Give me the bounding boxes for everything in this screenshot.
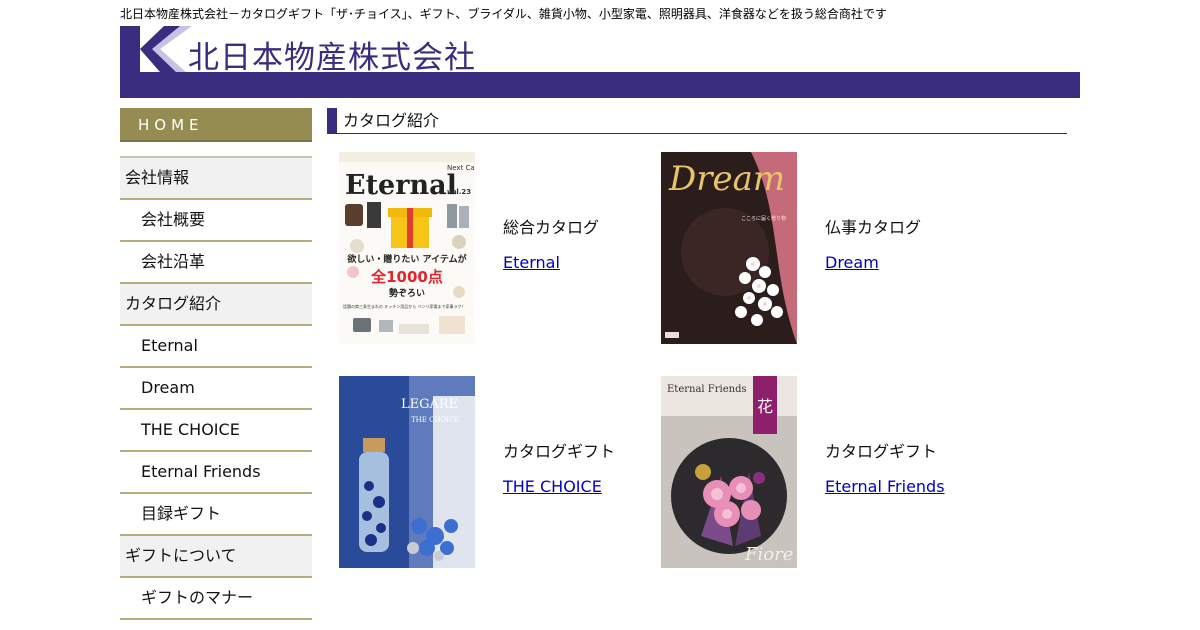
catalog-link-dream[interactable]: Dream	[825, 253, 879, 272]
catalog-item-dream: Dream こころに届く贈り物 仏事カタログ Dream	[661, 152, 981, 344]
main-content: カタログ紹介 Eternal Next Catalogue vol.23 欲しい…	[327, 108, 1067, 568]
svg-text:Next Catalogue: Next Catalogue	[447, 164, 475, 172]
catalog-label: 総合カタログ	[503, 218, 600, 237]
svg-text:話題の商三条生まれの キッチン用品から ベンリ家電まで家事ラ: 話題の商三条生まれの キッチン用品から ベンリ家電まで家事ラク！	[343, 303, 466, 309]
nav-item-gift-manners[interactable]: ギフトのマナー	[120, 578, 312, 620]
company-logo[interactable]	[120, 26, 192, 72]
catalog-label: 仏事カタログ	[825, 218, 922, 237]
header-bar	[120, 72, 1080, 98]
home-button[interactable]: HOME	[120, 108, 312, 142]
svg-text:花: 花	[757, 397, 773, 416]
catalog-item-eternal: Eternal Next Catalogue vol.23 欲しい・贈りたい ア…	[339, 152, 659, 344]
catalog-label: カタログギフト	[825, 442, 938, 461]
svg-text:勢ぞろい: 勢ぞろい	[389, 287, 425, 299]
nav-item-company-history[interactable]: 会社沿革	[120, 242, 312, 284]
nav-item-catalog-intro[interactable]: カタログ紹介	[120, 284, 312, 326]
svg-text:Eternal Friends: Eternal Friends	[667, 384, 747, 395]
nav-item-dream[interactable]: Dream	[120, 368, 312, 410]
svg-text:THE CHOICE: THE CHOICE	[411, 416, 460, 424]
svg-text:Eternal: Eternal	[345, 170, 457, 201]
company-name[interactable]: 北日本物産株式会社	[188, 32, 476, 77]
svg-text:vol.23: vol.23	[447, 188, 471, 196]
nav-item-about-gifts[interactable]: ギフトについて	[120, 536, 312, 578]
nav-divider	[120, 142, 312, 158]
svg-text:全1000点: 全1000点	[370, 268, 443, 286]
section-title: カタログ紹介	[327, 108, 1067, 134]
catalog-link-eternal-friends[interactable]: Eternal Friends	[825, 477, 945, 496]
nav-item-the-choice[interactable]: THE CHOICE	[120, 410, 312, 452]
svg-text:LEGARE: LEGARE	[401, 397, 458, 412]
catalog-cover-eternal-friends[interactable]: Eternal Friends 花 Fiore	[661, 376, 797, 568]
sidebar-nav: HOME 会社情報 会社概要 会社沿革 カタログ紹介 Eternal Dream…	[120, 108, 312, 620]
svg-text:Fiore: Fiore	[744, 544, 793, 565]
site-header: 北日本物産株式会社	[120, 26, 1080, 98]
catalog-cover-dream[interactable]: Dream こころに届く贈り物	[661, 152, 797, 344]
catalog-link-the-choice[interactable]: THE CHOICE	[503, 477, 602, 496]
catalog-cover-eternal[interactable]: Eternal Next Catalogue vol.23 欲しい・贈りたい ア…	[339, 152, 475, 344]
nav-item-company-info[interactable]: 会社情報	[120, 158, 312, 200]
svg-text:欲しい・贈りたい アイテムが: 欲しい・贈りたい アイテムが	[346, 253, 467, 265]
svg-text:こころに届く贈り物: こころに届く贈り物	[741, 215, 786, 222]
nav-item-eternal-friends[interactable]: Eternal Friends	[120, 452, 312, 494]
catalog-item-the-choice: LEGARE THE CHOICE カタログギフト THE CHOICE	[339, 376, 659, 568]
svg-text:Dream: Dream	[668, 159, 785, 199]
catalog-item-eternal-friends: Eternal Friends 花 Fiore カタログギフト Eternal …	[661, 376, 981, 568]
site-tagline: 北日本物産株式会社－カタログギフト「ザ･チョイス」、ギフト、ブライダル、雑貨小物…	[120, 7, 887, 21]
nav-item-eternal[interactable]: Eternal	[120, 326, 312, 368]
catalog-cover-the-choice[interactable]: LEGARE THE CHOICE	[339, 376, 475, 568]
nav-item-company-overview[interactable]: 会社概要	[120, 200, 312, 242]
nav-item-gift-voucher[interactable]: 目録ギフト	[120, 494, 312, 536]
catalog-link-eternal[interactable]: Eternal	[503, 253, 560, 272]
catalog-label: カタログギフト	[503, 442, 616, 461]
